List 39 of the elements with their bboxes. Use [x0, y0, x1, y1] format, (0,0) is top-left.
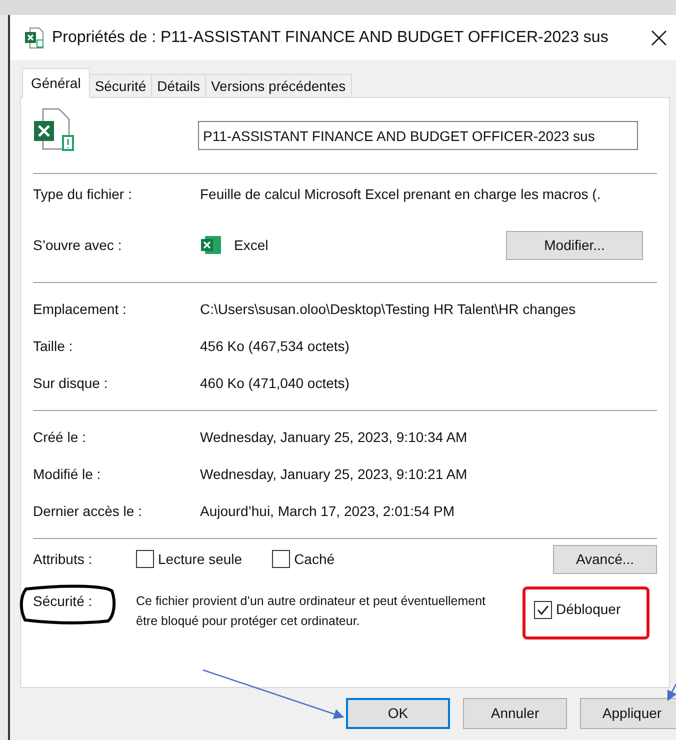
field-label: Taille :	[33, 337, 74, 356]
dialog-button[interactable]: OK	[346, 698, 450, 729]
window-title: Propriétés de : P11-ASSISTANT FINANCE AND BUDGET OFFICER-2023 sus	[52, 28, 610, 48]
checkbox-label: Caché	[294, 550, 335, 568]
check-icon	[536, 602, 550, 616]
field-value: 460 Ko (471,040 octets)	[200, 374, 350, 393]
field-value: Feuille de calcul Microsoft Excel prenant en charge les macros (.	[200, 184, 601, 204]
field-value: C:\Users\susan.oloo\Desktop\Testing HR Talent\HR changes	[200, 300, 576, 319]
security-message: Ce fichier provient d’un autre ordinateur et peut éventuellement être bloqué pour protéger cet ordinateur.	[136, 593, 487, 630]
tab[interactable]: Général	[22, 68, 90, 98]
field-value: Excel	[234, 236, 270, 254]
field-label: Modifié le :	[33, 465, 102, 484]
checkbox-label: Débloquer	[556, 600, 621, 619]
file-name-field[interactable]: P11-ASSISTANT FINANCE AND BUDGET OFFICER-2023 sus	[198, 121, 638, 150]
checkbox[interactable]	[136, 550, 154, 568]
field-label: Emplacement :	[33, 300, 128, 319]
field-value: Wednesday, January 25, 2023, 9:10:21 AM	[200, 465, 468, 484]
checkbox-label: Lecture seule	[158, 550, 242, 568]
field-label: S’ouvre avec :	[33, 236, 123, 254]
field-value: Wednesday, January 25, 2023, 9:10:34 AM	[200, 428, 468, 447]
dialog-button[interactable]: Annuler	[463, 698, 567, 729]
excel-file-icon	[24, 26, 46, 48]
field-value: Aujourd’hui, March 17, 2023, 2:01:54 PM	[200, 502, 454, 521]
tab[interactable]: Versions précédentes	[204, 74, 352, 98]
dialog-button[interactable]: Appliquer	[580, 698, 676, 729]
field-label: Type du fichier :	[33, 184, 133, 204]
field-label: Créé le :	[33, 428, 87, 447]
checkbox[interactable]	[272, 550, 290, 568]
advanced-button[interactable]: Avancé...	[553, 544, 657, 574]
field-value: 456 Ko (467,534 octets)	[200, 337, 350, 356]
field-label: Sur disque :	[33, 374, 109, 393]
annotation-arrow	[667, 684, 676, 702]
field-label: Attributs :	[33, 550, 94, 568]
field-label: Sécurité :	[33, 593, 92, 609]
excel-app-icon	[200, 235, 222, 255]
checkbox[interactable]	[534, 600, 552, 618]
close-icon[interactable]	[650, 28, 668, 46]
field-label: Dernier accès le :	[33, 502, 143, 521]
change-button[interactable]: Modifier...	[506, 230, 643, 260]
